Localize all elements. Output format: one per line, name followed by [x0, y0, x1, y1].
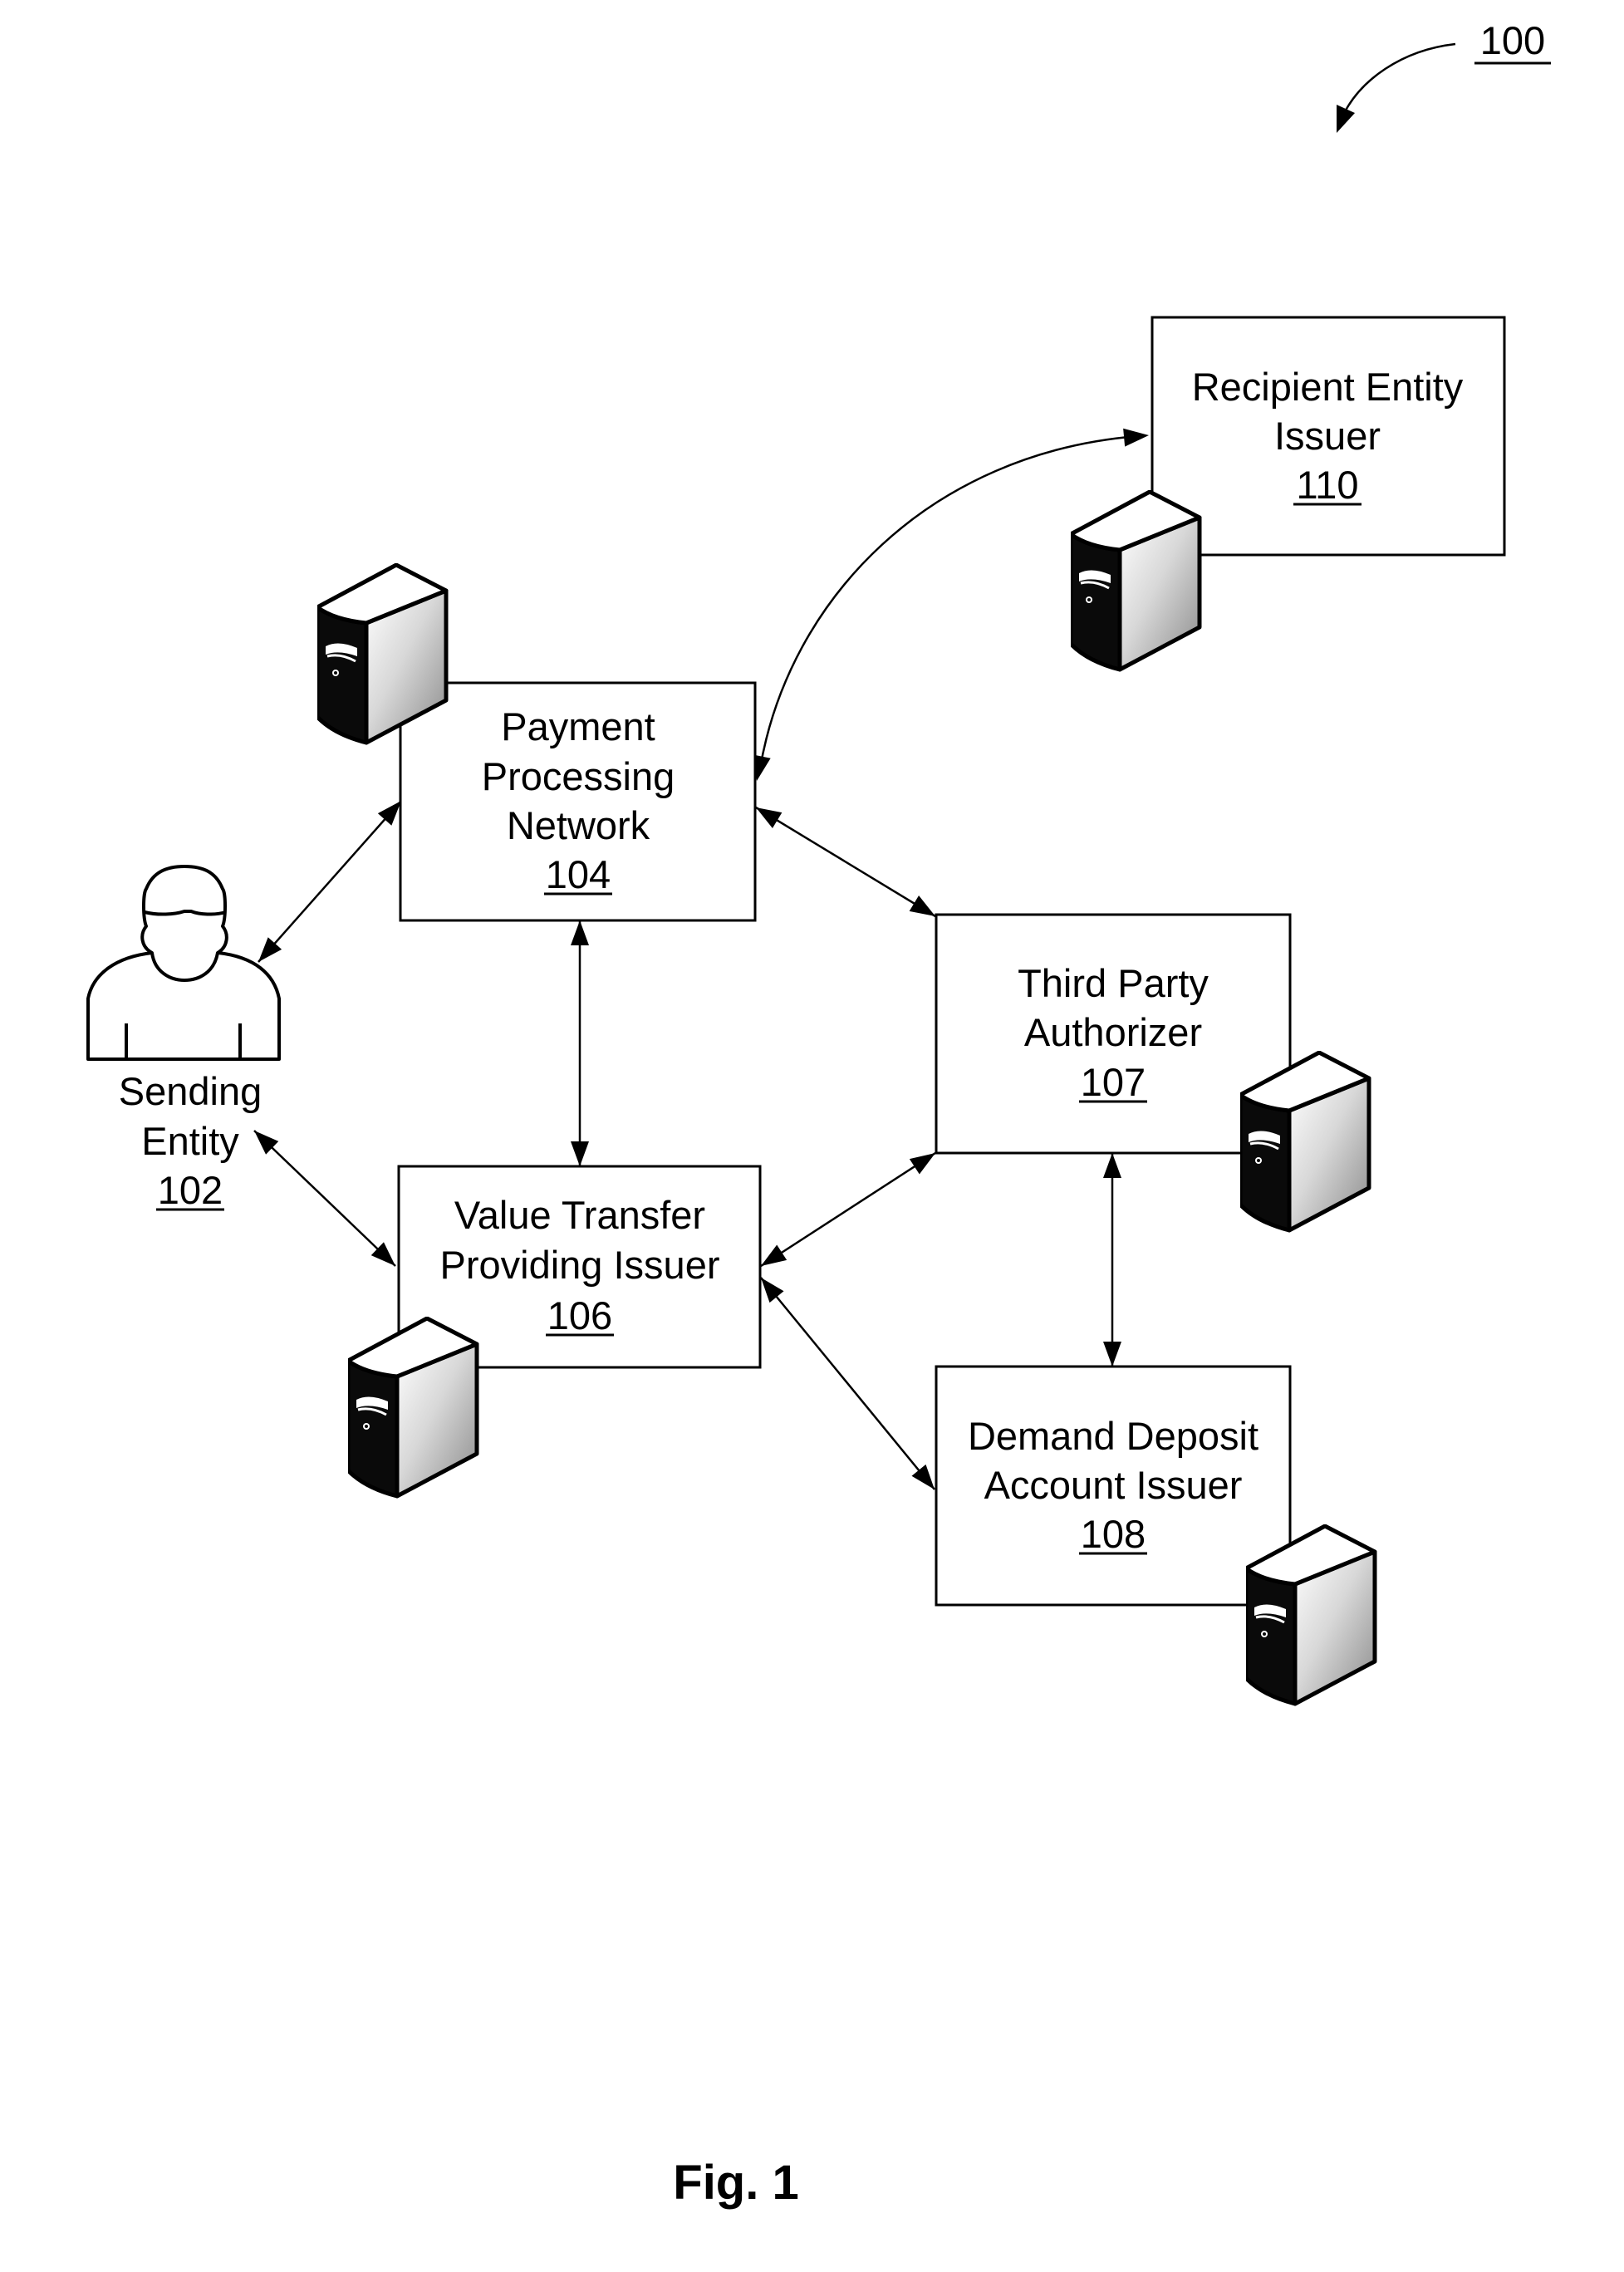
connector-104-107: [755, 806, 936, 918]
server-icon: [348, 1318, 477, 1496]
arrowhead-icon: [761, 1278, 784, 1303]
node-label-line: Network: [507, 803, 650, 847]
node-label-line: Issuer: [1274, 414, 1381, 458]
figure-reference-number: 100: [1480, 18, 1545, 62]
node-label-line: Payment: [501, 704, 655, 748]
arrowhead-icon: [1103, 1342, 1121, 1367]
node-demand-deposit-account-issuer[interactable]: Demand Deposit Account Issuer 108: [935, 1365, 1375, 1704]
arrowhead-icon: [1123, 428, 1149, 447]
figure-reference-leader-arrow: [1339, 42, 1456, 121]
figure-reference: 100: [1337, 18, 1551, 133]
node-label-line: Processing: [482, 754, 675, 798]
arrowhead-icon: [756, 807, 783, 828]
person-icon[interactable]: [86, 865, 281, 1061]
node-label-line: Value Transfer: [454, 1193, 705, 1237]
node-label-line: Third Party: [1018, 961, 1209, 1005]
arrowhead-icon: [909, 896, 935, 916]
node-reference-number: 107: [1081, 1060, 1146, 1104]
arrowhead-icon: [1337, 105, 1355, 133]
node-reference-number: 110: [1297, 463, 1359, 507]
node-reference-number: 102: [158, 1168, 223, 1212]
arrowhead-icon: [761, 1244, 787, 1266]
node-label-line: Demand Deposit: [968, 1414, 1258, 1458]
connector-106-108: [760, 1277, 935, 1490]
node-label-line: Authorizer: [1024, 1010, 1202, 1054]
node-label-line: Providing Issuer: [440, 1243, 720, 1287]
arrowhead-icon: [911, 1464, 935, 1489]
node-reference-number: 106: [547, 1293, 612, 1337]
connector-106-107: [760, 1151, 936, 1268]
connector-102-106: [253, 1130, 396, 1267]
node-sending-entity[interactable]: Sending Entity 102: [86, 865, 281, 1212]
node-third-party-authorizer[interactable]: Third Party Authorizer 107: [935, 913, 1369, 1230]
node-label-line: Account Issuer: [984, 1463, 1243, 1507]
arrowhead-icon: [909, 1153, 935, 1175]
node-label-line: Entity: [141, 1119, 239, 1163]
arrowhead-icon: [571, 920, 589, 945]
node-reference-number: 108: [1081, 1512, 1146, 1556]
node-payment-processing-network[interactable]: Payment Processing Network 104: [317, 565, 757, 922]
figure-caption: Fig. 1: [673, 2156, 798, 2210]
connector-102-104: [258, 800, 402, 963]
node-label-line: Sending: [119, 1069, 262, 1113]
server-icon: [1071, 492, 1200, 670]
node-label-line: Recipient Entity: [1192, 365, 1464, 409]
node-reference-number: 104: [546, 852, 611, 896]
node-value-transfer-providing-issuer[interactable]: Value Transfer Providing Issuer 106: [348, 1165, 762, 1496]
system-diagram: 100 Recipient Entity Issuer 110 Payment …: [86, 18, 1551, 2210]
arrowhead-icon: [571, 1141, 589, 1166]
arrowhead-icon: [1103, 1153, 1121, 1178]
node-recipient-entity-issuer[interactable]: Recipient Entity Issuer 110: [1071, 316, 1506, 670]
